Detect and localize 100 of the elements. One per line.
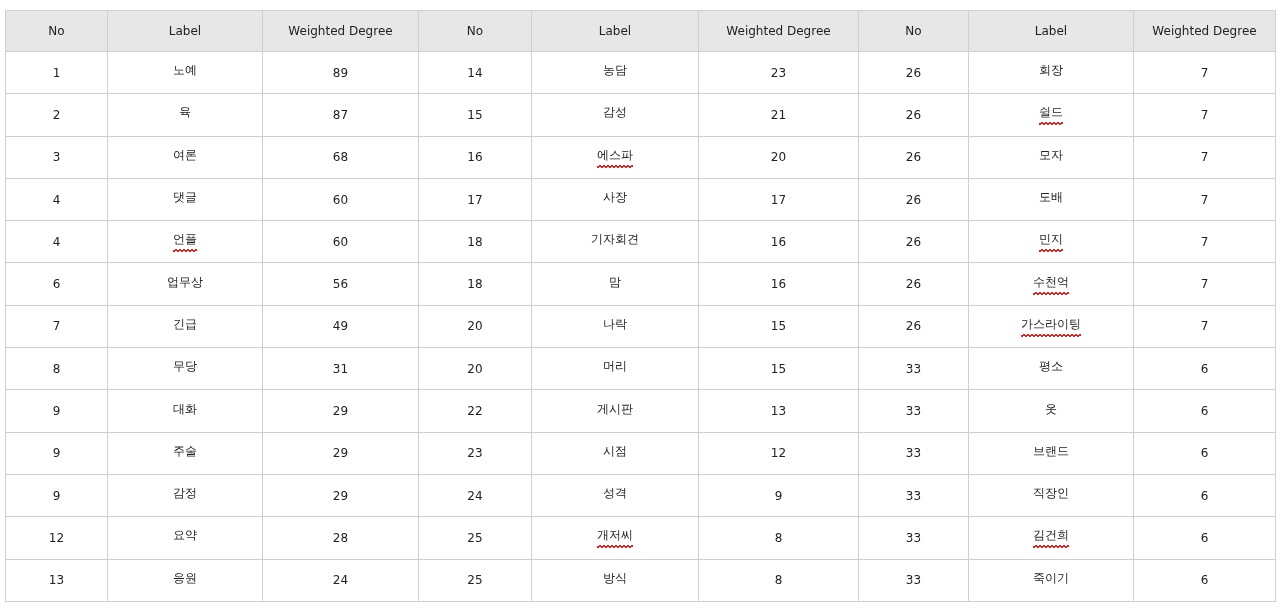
table-cell: 3	[5, 136, 108, 179]
column-header: Label	[531, 10, 699, 52]
table-cell: 31	[262, 347, 419, 390]
table-cell: 17	[418, 178, 532, 221]
table-cell: 6	[1133, 347, 1276, 390]
table-cell: 12	[5, 516, 108, 560]
table-cell: 7	[5, 305, 108, 348]
table-cell: 9	[698, 474, 859, 517]
table-cell: 7	[1133, 51, 1276, 94]
table-cell: 6	[1133, 474, 1276, 517]
table-cell: 17	[698, 178, 859, 221]
label-text: 기자회견	[591, 231, 639, 249]
table-cell: 13	[698, 389, 859, 433]
label-text: 평소	[1039, 358, 1063, 376]
label-text: 농담	[603, 62, 627, 80]
table-cell: 7	[1133, 93, 1276, 137]
table-cell: 16	[418, 136, 532, 179]
table-cell: 7	[1133, 305, 1276, 348]
label-text: 방식	[603, 569, 627, 587]
label-text: 육	[179, 104, 191, 122]
label-text: 노예	[173, 62, 197, 80]
table-cell: 26	[858, 178, 969, 221]
table-cell: 33	[858, 432, 969, 475]
table-cell: 60	[262, 178, 419, 221]
label-text: 응원	[173, 569, 197, 587]
table-cell: 12	[698, 432, 859, 475]
table-cell: 49	[262, 305, 419, 348]
label-text: 죽이기	[1033, 569, 1069, 587]
table-cell: 16	[698, 263, 859, 306]
table-cell: 26	[858, 51, 969, 94]
label-text: 감정	[173, 485, 197, 503]
label-text: 모자	[1039, 146, 1063, 164]
label-text: 성격	[603, 485, 627, 503]
table-cell: 68	[262, 136, 419, 179]
table-cell: 28	[262, 516, 419, 560]
table-cell: 87	[262, 93, 419, 137]
table-cell: 56	[262, 263, 419, 306]
table-cell: 6	[5, 263, 108, 306]
table-cell: 33	[858, 347, 969, 390]
label-text: 무당	[173, 358, 197, 376]
table-cell: 15	[418, 93, 532, 137]
label-text: 나락	[603, 315, 627, 333]
label-text: 사장	[603, 189, 627, 207]
column-header: Label	[107, 10, 263, 52]
table-cell: 9	[5, 389, 108, 433]
label-text: 도배	[1039, 189, 1063, 207]
table-cell: 14	[418, 51, 532, 94]
label-text: 브랜드	[1033, 442, 1069, 460]
table-cell: 29	[262, 474, 419, 517]
column-header: No	[418, 10, 532, 52]
table-cell: 20	[418, 305, 532, 348]
table-cell: 13	[5, 559, 108, 602]
column-header: No	[5, 10, 108, 52]
table-cell: 60	[262, 220, 419, 263]
table-cell: 6	[1133, 389, 1276, 433]
table-cell: 4	[5, 220, 108, 263]
column-header: Weighted Degree	[262, 10, 419, 52]
table-cell: 23	[698, 51, 859, 94]
column-header: Label	[968, 10, 1134, 52]
misspelled-word: 쉴드	[1039, 104, 1063, 126]
label-text: 맘	[609, 273, 621, 291]
table-cell: 24	[418, 474, 532, 517]
table-cell: 26	[858, 263, 969, 306]
table-cell: 89	[262, 51, 419, 94]
table-cell: 26	[858, 220, 969, 263]
table-cell: 7	[1133, 136, 1276, 179]
table-cell: 20	[698, 136, 859, 179]
label-text: 긴급	[173, 315, 197, 333]
table-cell: 18	[418, 263, 532, 306]
table-cell: 33	[858, 559, 969, 602]
table-cell: 6	[1133, 432, 1276, 475]
table-cell: 21	[698, 93, 859, 137]
label-text: 대화	[173, 400, 197, 418]
label-text: 직장인	[1033, 485, 1069, 503]
label-text: 머리	[603, 358, 627, 376]
table-cell: 7	[1133, 220, 1276, 263]
label-text: 여론	[173, 146, 197, 164]
table-cell: 25	[418, 559, 532, 602]
label-text: 업무상	[167, 273, 203, 291]
label-text: 댓글	[173, 189, 197, 207]
table-cell: 29	[262, 389, 419, 433]
table-cell: 15	[698, 305, 859, 348]
column-header: Weighted Degree	[1133, 10, 1276, 52]
label-text: 주술	[173, 442, 197, 460]
table-cell: 1	[5, 51, 108, 94]
misspelled-word: 개저씨	[597, 527, 633, 549]
table-cell: 26	[858, 93, 969, 137]
table-cell: 2	[5, 93, 108, 137]
table-cell: 25	[418, 516, 532, 560]
label-text: 요약	[173, 527, 197, 545]
table-cell: 16	[698, 220, 859, 263]
table-cell: 8	[698, 559, 859, 602]
table-cell: 23	[418, 432, 532, 475]
table-cell: 4	[5, 178, 108, 221]
table-cell: 8	[5, 347, 108, 390]
table-cell: 6	[1133, 516, 1276, 560]
table-cell: 33	[858, 389, 969, 433]
table-cell: 15	[698, 347, 859, 390]
misspelled-word: 민지	[1039, 231, 1063, 253]
table-cell: 7	[1133, 178, 1276, 221]
